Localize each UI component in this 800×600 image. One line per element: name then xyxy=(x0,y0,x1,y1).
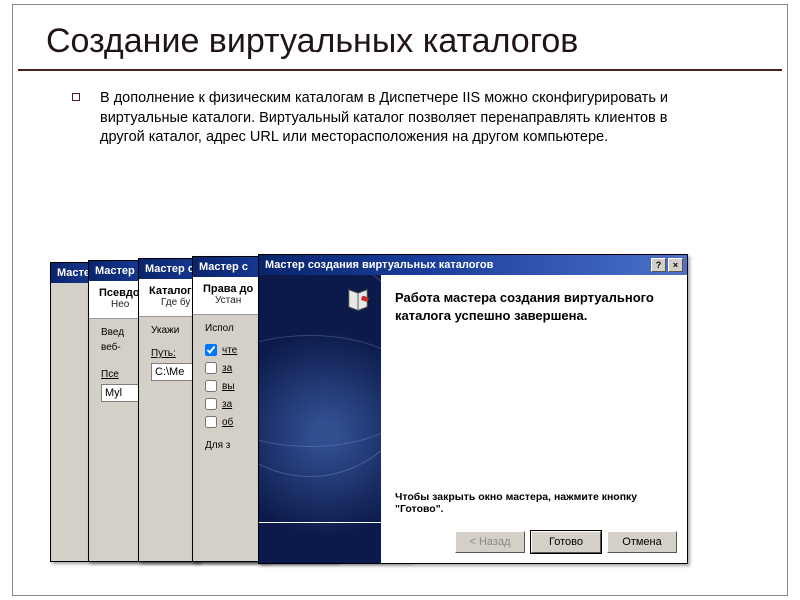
perm-checkbox[interactable] xyxy=(205,362,217,374)
finish-button[interactable]: Готово xyxy=(531,531,601,553)
slide-body-text: В дополнение к физическим каталогам в Ди… xyxy=(100,90,668,145)
titlebar-text: Мастер с xyxy=(95,265,144,277)
perm-checkbox-read[interactable] xyxy=(205,344,217,356)
titlebar-final[interactable]: Мастер создания виртуальных каталогов ? … xyxy=(259,255,687,275)
closing-hint: Чтобы закрыть окно мастера, нажмите кноп… xyxy=(395,491,673,515)
wizard-window-final[interactable]: Мастер создания виртуальных каталогов ? … xyxy=(258,254,688,564)
perm-label: об xyxy=(222,417,233,428)
wizard-stack: Мастер с Мастер с Псевдони Нео Введ веб-… xyxy=(50,262,750,582)
perm-checkbox[interactable] xyxy=(205,416,217,428)
titlebar-text: Мастер с xyxy=(199,261,248,273)
wizard-button-row: < Назад Готово Отмена xyxy=(455,531,677,553)
wizard-side-graphic xyxy=(259,275,381,563)
help-button[interactable]: ? xyxy=(651,258,666,272)
book-icon xyxy=(343,285,373,315)
cancel-button[interactable]: Отмена xyxy=(607,531,677,553)
close-button[interactable]: × xyxy=(668,258,683,272)
titlebar-text: Мастер создания виртуальных каталогов xyxy=(265,259,493,271)
title-underline xyxy=(18,69,782,71)
wizard-final-panel: Работа мастера создания виртуального кат… xyxy=(381,275,687,563)
button-separator xyxy=(259,522,687,523)
slide-body: В дополнение к физическим каталогам в Ди… xyxy=(100,89,680,148)
bullet-icon xyxy=(72,93,80,101)
titlebar-text: Мастер с xyxy=(145,263,194,275)
slide-title: Создание виртуальных каталогов xyxy=(0,0,800,61)
back-button[interactable]: < Назад xyxy=(455,531,525,553)
perm-label: чте xyxy=(222,345,237,356)
perm-label: вы xyxy=(222,381,235,392)
perm-label: за xyxy=(222,399,232,410)
completion-message: Работа мастера создания виртуального кат… xyxy=(395,289,673,324)
perm-checkbox[interactable] xyxy=(205,380,217,392)
perm-checkbox[interactable] xyxy=(205,398,217,410)
perm-label: за xyxy=(222,363,232,374)
